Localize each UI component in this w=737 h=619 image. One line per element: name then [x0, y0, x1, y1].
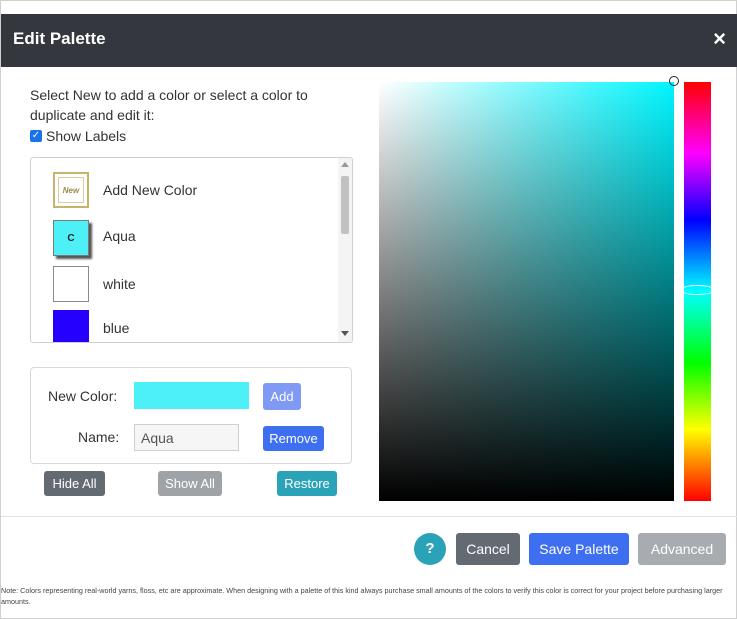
white-swatch[interactable] [53, 266, 89, 302]
add-button[interactable]: Add [263, 383, 301, 410]
color-item-label: white [103, 276, 136, 292]
dialog-header: Edit Palette × [1, 14, 737, 67]
color-item-label: Add New Color [103, 182, 198, 198]
hide-all-button[interactable]: Hide All [44, 471, 105, 496]
new-color-swatch[interactable]: New [53, 172, 89, 208]
name-input[interactable] [134, 424, 239, 451]
dialog-title: Edit Palette [13, 29, 106, 48]
saturation-value-handle[interactable] [669, 76, 679, 86]
color-list-item-add-new[interactable]: New Add New Color [53, 170, 197, 210]
scroll-up-arrow-icon[interactable] [341, 162, 349, 167]
saturation-value-picker[interactable] [379, 82, 674, 501]
edit-palette-dialog: Edit Palette × Select New to add a color… [0, 0, 737, 619]
footer-divider [1, 516, 737, 517]
save-palette-button[interactable]: Save Palette [529, 533, 629, 565]
color-list: New Add New Color C Aqua white blue [30, 157, 353, 343]
new-swatch-text: New [62, 185, 80, 195]
scroll-down-arrow-icon[interactable] [341, 331, 349, 336]
color-list-item-blue[interactable]: blue [53, 308, 130, 342]
hue-slider-handle[interactable] [680, 285, 715, 295]
restore-button[interactable]: Restore [277, 471, 337, 496]
remove-button[interactable]: Remove [263, 426, 324, 451]
show-labels-toggle[interactable]: ✓ Show Labels [30, 128, 126, 144]
cancel-button[interactable]: Cancel [456, 533, 520, 565]
show-all-button[interactable]: Show All [158, 471, 222, 496]
blue-swatch[interactable] [53, 310, 89, 342]
scroll-thumb[interactable] [341, 176, 349, 234]
show-labels-label: Show Labels [46, 128, 127, 144]
color-list-scrollbar[interactable] [338, 158, 352, 342]
close-icon[interactable]: × [713, 26, 726, 52]
color-item-label: blue [103, 320, 130, 336]
new-color-label: New Color: [48, 388, 118, 404]
show-labels-checkbox[interactable]: ✓ [30, 130, 42, 142]
color-list-item-white[interactable]: white [53, 264, 136, 304]
color-edit-panel: New Color: Add Name: Remove [30, 367, 352, 464]
new-color-field[interactable] [134, 382, 249, 409]
advanced-button[interactable]: Advanced [638, 533, 726, 565]
color-item-label: Aqua [103, 228, 136, 244]
help-button[interactable]: ? [414, 533, 446, 565]
color-list-item-aqua[interactable]: C Aqua [53, 216, 136, 256]
name-label: Name: [78, 429, 120, 445]
instructions-text: Select New to add a color or select a co… [30, 87, 308, 123]
disclaimer-note: Note: Colors representing real-world yar… [1, 586, 723, 606]
aqua-swatch-text: C [67, 232, 75, 244]
aqua-swatch[interactable]: C [53, 220, 89, 256]
